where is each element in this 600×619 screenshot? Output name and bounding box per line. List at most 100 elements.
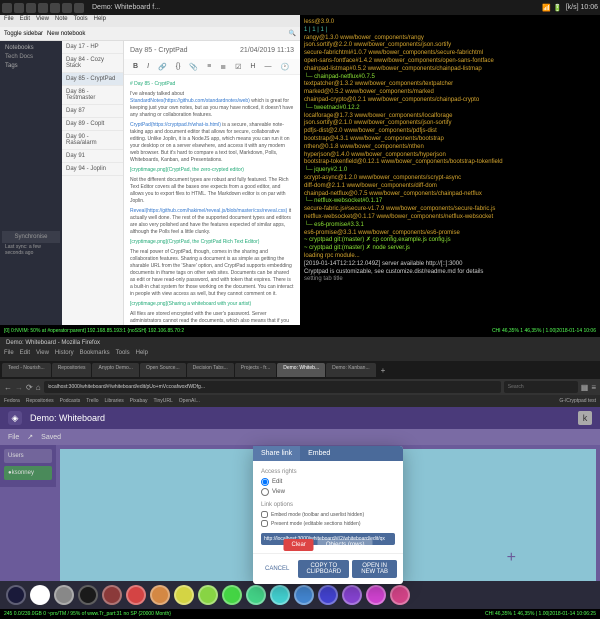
share-link-tab[interactable]: Share link <box>253 446 300 461</box>
color-swatch[interactable] <box>342 585 362 605</box>
open-new-tab-button[interactable]: OPEN IN NEW TAB <box>352 560 397 578</box>
back-button[interactable]: ← <box>4 383 12 392</box>
bookmark-item[interactable]: Libraries <box>105 398 124 404</box>
home-button[interactable]: ⌂ <box>36 383 41 392</box>
note-item[interactable]: Day 94 - Joplin <box>62 163 123 176</box>
forward-button[interactable]: → <box>15 383 23 392</box>
hr-button[interactable]: — <box>261 62 274 71</box>
color-swatch[interactable] <box>294 585 314 605</box>
cryptpad-logo-icon[interactable]: ◈ <box>8 411 22 425</box>
ff-menu-tools[interactable]: Tools <box>116 350 130 360</box>
ff-menu-bookmarks[interactable]: Bookmarks <box>80 350 110 360</box>
note-item[interactable]: Day 17 - HP <box>62 41 123 54</box>
edit-radio[interactable] <box>261 478 269 486</box>
embed-mode-checkbox[interactable] <box>261 511 268 518</box>
whiteboard-title[interactable]: Demo: Whiteboard <box>30 413 105 423</box>
search-icon[interactable]: 🔍 <box>289 30 296 37</box>
editor-content[interactable]: # Day 85 - CryptPad I've already talked … <box>124 75 300 325</box>
sidebar-notebook[interactable]: Tech Docs <box>2 53 60 61</box>
menu-tools[interactable]: Tools <box>74 16 88 26</box>
file-menu[interactable]: File <box>8 434 19 441</box>
browser-tab[interactable]: Anypto Demo... <box>92 363 138 377</box>
color-swatch[interactable] <box>390 585 410 605</box>
menu-file[interactable]: File <box>4 16 14 26</box>
color-swatch[interactable] <box>126 585 146 605</box>
attach-button[interactable]: 📎 <box>186 62 201 72</box>
url-input[interactable] <box>44 381 501 393</box>
menu-help[interactable]: Help <box>94 16 106 26</box>
new-notebook-button[interactable]: New notebook <box>47 31 85 37</box>
note-item[interactable]: Day 87 <box>62 105 123 118</box>
note-item[interactable]: Day 91 <box>62 150 123 163</box>
note-item[interactable]: Day 86 - Testmaster <box>62 86 123 105</box>
toggle-sidebar-button[interactable]: Toggle sidebar <box>4 31 43 37</box>
color-swatch[interactable] <box>270 585 290 605</box>
menu-edit[interactable]: Edit <box>20 16 30 26</box>
new-tab-button[interactable]: + <box>377 366 390 375</box>
time-button[interactable]: 🕐 <box>277 62 292 72</box>
sync-button[interactable]: Synchronise <box>2 231 60 243</box>
list-button[interactable]: ≡ <box>204 62 214 71</box>
present-mode-checkbox[interactable] <box>261 520 268 527</box>
bookmark-item[interactable]: Trello <box>86 398 98 404</box>
share-icon[interactable]: ↗ <box>27 433 33 441</box>
taskbar-clock[interactable]: [k/s] 10:06 <box>566 4 598 11</box>
browser-tab[interactable]: Teed - Nourish... <box>2 363 51 377</box>
color-swatch[interactable] <box>318 585 338 605</box>
whiteboard-canvas[interactable]: + Share link Embed Access rights Edit Vi… <box>60 449 596 581</box>
browser-tab[interactable]: Projects - fr... <box>235 363 276 377</box>
menu-icon[interactable]: ≡ <box>591 383 596 392</box>
bookmark-item[interactable]: TinyURL <box>154 398 173 404</box>
numbered-list-button[interactable]: ≣ <box>217 62 229 72</box>
users-panel[interactable]: Users <box>4 449 52 463</box>
search-input[interactable] <box>504 381 578 393</box>
browser-tab[interactable]: Repositories <box>52 363 92 377</box>
browser-tab-active[interactable]: Demo: Whiteb... <box>277 363 325 377</box>
ff-menu-edit[interactable]: Edit <box>20 350 30 360</box>
italic-button[interactable]: I <box>144 62 152 71</box>
notebooks-header[interactable]: Notebooks <box>2 43 60 53</box>
clear-button[interactable]: Clear <box>283 539 313 551</box>
tray-icons[interactable] <box>2 3 84 13</box>
color-swatch[interactable] <box>366 585 386 605</box>
bookmark-item[interactable]: Fedora <box>4 398 20 404</box>
color-swatch[interactable] <box>102 585 122 605</box>
ff-menu-help[interactable]: Help <box>136 350 148 360</box>
ff-menu-view[interactable]: View <box>36 350 49 360</box>
browser-tab[interactable]: Decision Tabs... <box>187 363 234 377</box>
link-button[interactable]: 🔗 <box>155 62 170 72</box>
bookmark-item[interactable]: Pixabay <box>130 398 148 404</box>
embed-tab[interactable]: Embed <box>300 446 338 461</box>
color-swatch[interactable] <box>6 585 26 605</box>
objects-button[interactable]: Objects (rows) <box>318 539 373 551</box>
color-swatch[interactable] <box>174 585 194 605</box>
color-swatch[interactable] <box>150 585 170 605</box>
user-item[interactable]: ● ksonney <box>4 466 52 480</box>
tags-header[interactable]: Tags <box>2 61 60 71</box>
menu-view[interactable]: View <box>36 16 49 26</box>
ff-menu-file[interactable]: File <box>4 350 14 360</box>
terminal-window[interactable]: less@3.9.01 | 1 | 1 |rangy@1.3.0 www/bow… <box>300 15 600 325</box>
bookmark-item[interactable]: OpenAI... <box>179 398 200 404</box>
heading-button[interactable]: H <box>247 62 258 71</box>
note-title[interactable]: Day 85 - CryptPad <box>130 47 188 54</box>
note-item[interactable]: Day 84 - Cozy Stack <box>62 54 123 73</box>
taskbar-window-title[interactable]: Demo: Whiteboard f... <box>92 4 542 11</box>
color-swatch[interactable] <box>54 585 74 605</box>
menu-note[interactable]: Note <box>55 16 68 26</box>
browser-tab[interactable]: Open Source... <box>140 363 186 377</box>
color-swatch[interactable] <box>30 585 50 605</box>
color-swatch[interactable] <box>198 585 218 605</box>
ff-menu-history[interactable]: History <box>55 350 74 360</box>
checkbox-button[interactable]: ☑ <box>232 62 244 72</box>
note-item[interactable]: Day 90 - Rasa/alarm <box>62 131 123 150</box>
code-button[interactable]: {} <box>173 62 184 71</box>
color-swatch[interactable] <box>78 585 98 605</box>
bold-button[interactable]: B <box>130 62 141 71</box>
bookmark-item[interactable]: Podcasts <box>60 398 81 404</box>
taskbar-indicators[interactable]: 📶 🔋 <box>542 4 561 12</box>
view-radio[interactable] <box>261 488 269 496</box>
note-item[interactable]: Day 85 - CryptPad <box>62 73 123 86</box>
note-item[interactable]: Day 89 - Coplt <box>62 118 123 131</box>
color-swatch[interactable] <box>246 585 266 605</box>
